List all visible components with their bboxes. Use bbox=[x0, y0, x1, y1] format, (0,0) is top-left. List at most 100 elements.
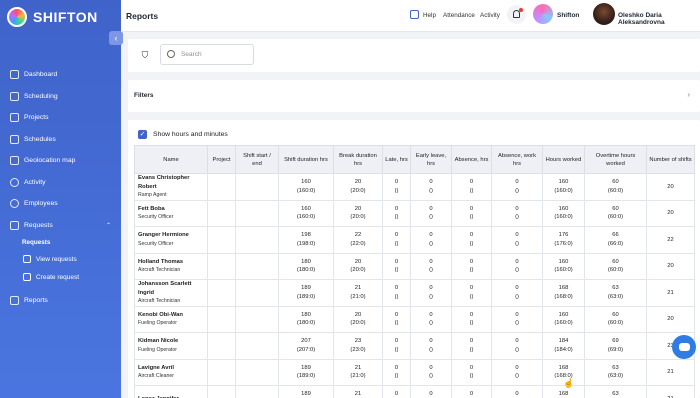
value-hm: () bbox=[469, 373, 474, 380]
value-hm: () bbox=[469, 320, 474, 327]
value-cell: 22 (22:0) bbox=[333, 226, 383, 254]
value-hours: 0 bbox=[394, 338, 399, 345]
sidebar-item-reports[interactable]: Reports bbox=[0, 290, 121, 312]
shift-count-cell: 21 bbox=[646, 358, 695, 386]
column-header[interactable]: Shift duration hrs bbox=[278, 145, 334, 174]
employee-cell[interactable]: Lavigne Avril Aircraft Cleaner bbox=[134, 358, 208, 386]
sidebar-item-dashboard[interactable]: Dashboard bbox=[0, 64, 121, 86]
value-cell: 160 (160:0) bbox=[278, 199, 334, 227]
filters-panel[interactable]: Filters › bbox=[128, 80, 700, 112]
chat-button[interactable] bbox=[672, 335, 696, 359]
sidebar: SHIFTON ‹ Dashboard Scheduling Projects … bbox=[0, 0, 123, 398]
value-hours: 0 bbox=[394, 205, 399, 212]
value-hm: (60:0) bbox=[607, 320, 624, 327]
logo[interactable]: SHIFTON bbox=[7, 7, 98, 27]
value-cell: 160 (160:0) bbox=[542, 252, 585, 280]
value-hm: (160:0) bbox=[554, 187, 573, 194]
project-cell bbox=[207, 332, 236, 360]
search-input[interactable]: Search bbox=[160, 44, 254, 65]
show-hours-minutes-checkbox[interactable]: ✓ bbox=[138, 130, 147, 139]
value-hours: 189 bbox=[301, 285, 311, 292]
sidebar-item-activity[interactable]: Activity bbox=[0, 172, 121, 194]
value-hours: 180 bbox=[301, 258, 311, 265]
cursor-icon: ☝ bbox=[563, 378, 575, 388]
column-header[interactable]: Project bbox=[207, 145, 236, 174]
company-logo[interactable] bbox=[533, 4, 553, 24]
sidebar-item-label: Schedules bbox=[24, 135, 56, 143]
column-header[interactable]: Overtime hours worked bbox=[584, 145, 647, 174]
column-header[interactable]: Number of shifts bbox=[646, 145, 695, 174]
column-header[interactable]: Hours worked bbox=[542, 145, 585, 174]
sidebar-item-schedules[interactable]: Schedules bbox=[0, 129, 121, 151]
value-cell: 63(63:0) bbox=[584, 358, 647, 386]
value-cell: 60 (60:0) bbox=[584, 199, 647, 227]
sidebar-item-label: Projects bbox=[24, 114, 49, 122]
column-header[interactable]: Break duration hrs bbox=[333, 145, 383, 174]
employee-cell[interactable]: Holland Thomas Aircraft Technician bbox=[134, 252, 208, 280]
value-cell: 180 (180:0) bbox=[278, 305, 334, 333]
sidebar-item-view-requests[interactable]: View requests bbox=[0, 250, 121, 268]
column-header[interactable]: Late, hrs bbox=[382, 145, 411, 174]
value-hm: () bbox=[394, 346, 399, 353]
column-header[interactable]: Name bbox=[134, 145, 208, 174]
sidebar-item-label: Create request bbox=[36, 273, 79, 281]
employee-cell[interactable]: Johansson Scarlett Ingrid Aircraft Techni… bbox=[134, 279, 208, 307]
value-cell: 0 () bbox=[410, 199, 452, 227]
report-table: Name Project Shift start / end Shift durati… bbox=[134, 145, 695, 398]
users-icon bbox=[10, 199, 19, 209]
sidebar-item-create-request[interactable]: Create request bbox=[0, 268, 121, 286]
value-cell: 69 (69:0) bbox=[584, 332, 647, 360]
employee-name: Johansson Scarlett Ingrid bbox=[138, 281, 192, 296]
employee-cell[interactable]: Fett Boba Security Officer bbox=[134, 199, 208, 227]
table-row: Johansson Scarlett Ingrid Aircraft Techni… bbox=[134, 279, 695, 307]
value-hm: (180:0) bbox=[296, 267, 316, 274]
sidebar-item-requests[interactable]: Requests ⌃ bbox=[0, 215, 121, 237]
topbar: Reports Help Attendance Activity Shifton… bbox=[121, 0, 700, 32]
value-hours: 20 bbox=[354, 258, 362, 265]
user-name[interactable]: Oleshko Daria Aleksandrovna bbox=[618, 12, 700, 26]
column-header[interactable]: Absence, work hrs bbox=[491, 145, 543, 174]
table-row: Evans Christopher Robert Ramp Agent 160 (16… bbox=[134, 173, 695, 201]
value-cell: 63(63:0) bbox=[584, 279, 647, 307]
notifications-button[interactable] bbox=[507, 5, 526, 24]
sidebar-item-scheduling[interactable]: Scheduling bbox=[0, 86, 121, 108]
value-cell: 180 (180:0) bbox=[278, 252, 334, 280]
employee-cell[interactable]: Kidman Nicole Fueling Operator bbox=[134, 332, 208, 360]
sidebar-item-geolocation-map[interactable]: Geolocation map bbox=[0, 150, 121, 172]
value-hours: 0 bbox=[394, 364, 399, 371]
employee-cell[interactable]: Lopez Jennifer bbox=[134, 385, 208, 398]
column-header[interactable]: Absence, hrs bbox=[451, 145, 492, 174]
value-hours: 0 bbox=[429, 338, 433, 345]
employee-cell[interactable]: Kenobi Obi-Wan Fueling Operator bbox=[134, 305, 208, 333]
value-hours: 0 bbox=[429, 232, 433, 239]
help-link[interactable]: Help bbox=[423, 12, 436, 19]
column-header[interactable]: Early leave, hrs bbox=[410, 145, 452, 174]
activity-link[interactable]: Activity bbox=[480, 12, 500, 19]
value-hm: (180:0) bbox=[296, 320, 316, 327]
help-icon[interactable] bbox=[410, 10, 419, 19]
sidebar-item-label: View requests bbox=[36, 255, 77, 263]
shift-start-end-cell bbox=[235, 173, 279, 201]
value-hours: 184 bbox=[558, 338, 569, 345]
value-hours: 63 bbox=[612, 391, 619, 398]
sidebar-item-projects[interactable]: Projects bbox=[0, 107, 121, 129]
filter-icon: ⛉ bbox=[141, 50, 149, 60]
collapse-sidebar-button[interactable]: ‹ bbox=[109, 31, 123, 45]
value-hm: () bbox=[429, 214, 433, 221]
avatar[interactable] bbox=[593, 3, 615, 25]
shift-count-cell: 20 bbox=[646, 173, 695, 201]
employee-cell[interactable]: Granger Hermione Security Officer bbox=[134, 226, 208, 254]
sidebar-item-employees[interactable]: Employees bbox=[0, 193, 121, 215]
value-hm: () bbox=[429, 267, 433, 274]
employee-position: Fueling Operator bbox=[138, 320, 177, 327]
attendance-link[interactable]: Attendance bbox=[443, 12, 475, 19]
column-header[interactable]: Shift start / end bbox=[235, 145, 279, 174]
value-cell: 0 () bbox=[491, 252, 543, 280]
value-cell: 184 (184:0) bbox=[542, 332, 585, 360]
value-cell: 0 () bbox=[451, 305, 492, 333]
shift-start-end-cell bbox=[235, 305, 279, 333]
filter-button[interactable]: ⛉ bbox=[137, 47, 153, 63]
company-name[interactable]: Shifton bbox=[557, 12, 579, 19]
employee-cell[interactable]: Evans Christopher Robert Ramp Agent bbox=[134, 173, 208, 201]
project-cell bbox=[207, 305, 236, 333]
